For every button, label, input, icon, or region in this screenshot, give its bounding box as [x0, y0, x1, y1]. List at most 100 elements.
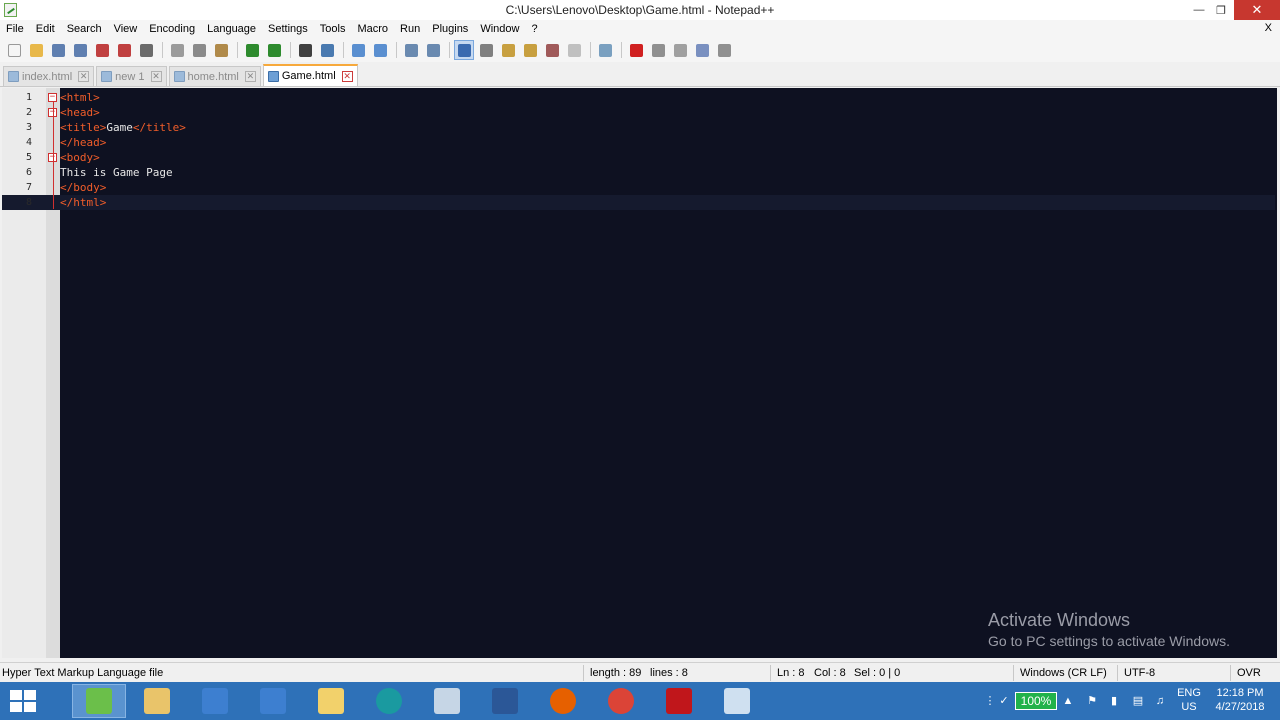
maximize-button[interactable]: ❐	[1210, 0, 1232, 20]
zoom-out-icon[interactable]	[370, 40, 390, 60]
tab-game-html[interactable]: Game.html ✕	[262, 64, 358, 86]
new-file-icon[interactable]	[4, 40, 24, 60]
taskbar: ⋮ ✓ 100% ▲ ⚑ ▮ ▤ ♫ ENG US 12:18 PM 4/27/…	[0, 682, 1280, 720]
taskbar-chrome-icon[interactable]	[594, 684, 648, 718]
volume-icon[interactable]: ♫	[1154, 695, 1166, 707]
power-icon[interactable]: ▮	[1108, 695, 1120, 707]
tab-home-html[interactable]: home.html ✕	[168, 66, 261, 86]
menu-view[interactable]: View	[108, 23, 144, 35]
record-macro-icon[interactable]	[626, 40, 646, 60]
toolbar-separator	[162, 42, 163, 58]
battery-indicator[interactable]: 100%	[1015, 692, 1057, 710]
menu-macro[interactable]: Macro	[351, 23, 394, 35]
close-window-button[interactable]: ✕	[1234, 0, 1280, 20]
taskbar-paint-icon[interactable]	[420, 684, 474, 718]
close-icon[interactable]	[92, 40, 112, 60]
run-macro-multiple-icon[interactable]	[692, 40, 712, 60]
minimize-button[interactable]: —	[1188, 0, 1210, 20]
show-hidden-icons-icon[interactable]: ▲	[1062, 695, 1074, 707]
save-all-icon[interactable]	[70, 40, 90, 60]
copy-icon[interactable]	[189, 40, 209, 60]
menu-window[interactable]: Window	[474, 23, 525, 35]
close-tab-icon[interactable]: ✕	[150, 71, 162, 82]
menu-language[interactable]: Language	[201, 23, 262, 35]
folder-workspace-icon[interactable]	[564, 40, 584, 60]
status-eol[interactable]: Windows (CR LF)	[1020, 667, 1107, 679]
fold-guide	[53, 102, 54, 209]
close-tab-icon[interactable]: ✕	[341, 70, 353, 82]
tab-index-html[interactable]: index.html ✕	[3, 66, 95, 86]
editor[interactable]: 1 −<html>2−<head> 3 <title>Game</title> 4 </h…	[2, 88, 1277, 658]
fold-toggle-icon[interactable]: −	[48, 93, 57, 102]
taskbar-word-icon[interactable]	[478, 684, 532, 718]
taskbar-folder-icon[interactable]	[304, 684, 358, 718]
close-all-icon[interactable]	[114, 40, 134, 60]
play-macro-icon[interactable]	[670, 40, 690, 60]
menu-run[interactable]: Run	[394, 23, 426, 35]
start-button[interactable]	[10, 690, 36, 712]
monitoring-icon[interactable]	[595, 40, 615, 60]
find-icon[interactable]	[295, 40, 315, 60]
toolbar-separator	[590, 42, 591, 58]
code-line[interactable]: 5−<body>	[2, 150, 1275, 165]
zoom-in-icon[interactable]	[348, 40, 368, 60]
sync-vertical-icon[interactable]	[401, 40, 421, 60]
function-list-icon[interactable]	[542, 40, 562, 60]
action-center-icon[interactable]: ⚑	[1086, 695, 1098, 707]
menu-settings[interactable]: Settings	[262, 23, 314, 35]
taskbar-acrobat-icon[interactable]	[652, 684, 706, 718]
open-file-icon[interactable]	[26, 40, 46, 60]
taskbar-arduino-icon[interactable]	[362, 684, 416, 718]
menu-plugins[interactable]: Plugins	[426, 23, 474, 35]
code-line[interactable]: 8 </html>	[2, 195, 1275, 210]
notepadpp-icon[interactable]	[4, 3, 17, 17]
tab-label: index.html	[22, 70, 73, 83]
code-line[interactable]: 4 </head>	[2, 135, 1275, 150]
close-document-button[interactable]: X	[1265, 22, 1272, 34]
status-mode[interactable]: OVR	[1237, 667, 1261, 679]
close-tab-icon[interactable]: ✕	[244, 71, 256, 82]
paste-icon[interactable]	[211, 40, 231, 60]
cut-icon[interactable]	[167, 40, 187, 60]
save-icon[interactable]	[48, 40, 68, 60]
save-macro-icon[interactable]	[714, 40, 734, 60]
code-line[interactable]: 6 This is Game Page	[2, 165, 1275, 180]
taskbar-document-icon[interactable]	[246, 684, 300, 718]
code-line[interactable]: 3 <title>Game</title>	[2, 120, 1275, 135]
menu-help[interactable]: ?	[525, 23, 543, 35]
taskbar-firefox-icon[interactable]	[536, 684, 590, 718]
indent-guide-icon[interactable]	[498, 40, 518, 60]
stop-record-icon[interactable]	[648, 40, 668, 60]
menu-encoding[interactable]: Encoding	[143, 23, 201, 35]
menu-tools[interactable]: Tools	[314, 23, 352, 35]
menu-search[interactable]: Search	[61, 23, 108, 35]
print-icon[interactable]	[136, 40, 156, 60]
tab-new-1[interactable]: new 1 ✕	[96, 66, 167, 86]
show-all-chars-icon[interactable]	[476, 40, 496, 60]
status-ln: Ln : 8	[777, 667, 805, 679]
menu-file[interactable]: File	[0, 23, 30, 35]
code-line[interactable]: 1 − <html>	[2, 90, 1275, 105]
taskbar-notepadpp-icon[interactable]	[72, 684, 126, 718]
code-text: <head>	[60, 105, 100, 120]
code-text: This is Game Page	[60, 165, 173, 180]
taskbar-document-icon[interactable]	[188, 684, 242, 718]
security-shield-icon[interactable]: ✓	[998, 695, 1010, 707]
status-sel: Sel : 0 | 0	[854, 667, 901, 679]
code-line[interactable]: 7 </body>	[2, 180, 1275, 195]
replace-icon[interactable]	[317, 40, 337, 60]
document-map-icon[interactable]	[520, 40, 540, 60]
status-encoding[interactable]: UTF-8	[1124, 667, 1155, 679]
code-line[interactable]: 2−<head>	[2, 105, 1275, 120]
close-tab-icon[interactable]: ✕	[78, 71, 90, 82]
clock[interactable]: 12:18 PM 4/27/2018	[1210, 686, 1270, 714]
menu-edit[interactable]: Edit	[30, 23, 61, 35]
input-language[interactable]: ENG US	[1176, 686, 1202, 714]
word-wrap-icon[interactable]	[454, 40, 474, 60]
sync-horizontal-icon[interactable]	[423, 40, 443, 60]
undo-icon[interactable]	[242, 40, 262, 60]
taskbar-screen-recorder-icon[interactable]	[710, 684, 764, 718]
taskbar-file-explorer-icon[interactable]	[130, 684, 184, 718]
redo-icon[interactable]	[264, 40, 284, 60]
network-icon[interactable]: ▤	[1132, 695, 1144, 707]
